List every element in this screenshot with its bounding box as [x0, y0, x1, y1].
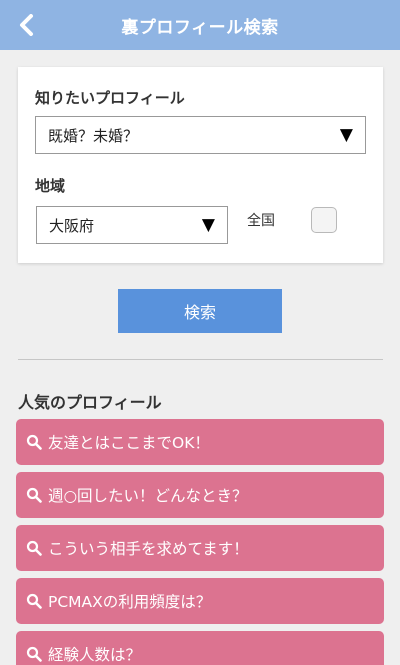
- popular-profile-label: こういう相手を求めてます！: [48, 540, 249, 558]
- page-title: 裏プロフィール検索: [121, 17, 279, 38]
- profile-select[interactable]: 既婚？未婚？ ▼: [35, 116, 366, 154]
- region-select-value: 大阪府: [49, 216, 95, 235]
- popular-profile-item[interactable]: こういう相手を求めてます！: [16, 525, 384, 571]
- region-label: 地域: [35, 177, 66, 195]
- search-icon: [26, 487, 42, 503]
- popular-profiles-heading: 人気のプロフィール: [18, 393, 162, 412]
- search-icon: [26, 434, 42, 450]
- chevron-left-icon: [20, 14, 33, 36]
- popular-profile-item[interactable]: 友達とはここまでOK！: [16, 419, 384, 465]
- popular-profile-label: 友達とはここまでOK！: [48, 434, 210, 452]
- profile-label: 知りたいプロフィール: [35, 89, 185, 107]
- popular-profile-item[interactable]: PCMAXの利用頻度は？: [16, 578, 384, 624]
- nationwide-label: 全国: [247, 213, 275, 229]
- dropdown-arrow-icon: ▼: [201, 215, 215, 235]
- popular-profiles-list: 友達とはここまでOK！ 週○回したい！どんなとき？ こういう相手を求めてます！ …: [16, 419, 384, 665]
- profile-select-value: 既婚？未婚？: [48, 126, 139, 145]
- search-icon: [26, 646, 42, 662]
- popular-profile-label: PCMAXの利用頻度は？: [48, 593, 212, 611]
- popular-profile-item[interactable]: 週○回したい！どんなとき？: [16, 472, 384, 518]
- popular-profile-item[interactable]: 経験人数は？: [16, 631, 384, 665]
- back-button[interactable]: [14, 12, 40, 38]
- popular-profile-label: 週○回したい！どんなとき？: [48, 487, 248, 505]
- search-icon: [26, 540, 42, 556]
- divider: [18, 359, 383, 360]
- nationwide-checkbox[interactable]: [311, 207, 337, 233]
- popular-profile-label: 経験人数は？: [48, 646, 142, 664]
- app-header: 裏プロフィール検索: [0, 0, 400, 50]
- search-button[interactable]: 検索: [118, 289, 282, 333]
- dropdown-arrow-icon: ▼: [339, 125, 353, 145]
- search-form-card: 知りたいプロフィール 既婚？未婚？ ▼ 地域 大阪府 ▼ 全国: [18, 67, 383, 263]
- search-icon: [26, 593, 42, 609]
- region-select[interactable]: 大阪府 ▼: [36, 206, 228, 244]
